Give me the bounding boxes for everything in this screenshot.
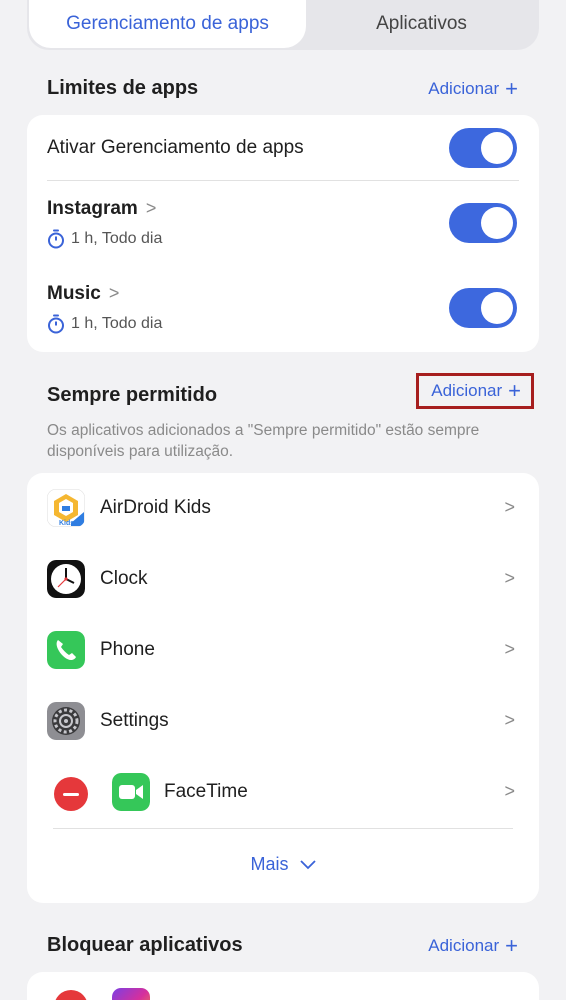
master-toggle-label: Ativar Gerenciamento de apps xyxy=(47,137,304,158)
app-name: FaceTime xyxy=(164,781,248,802)
remove-icon[interactable] xyxy=(54,777,88,811)
limits-add-label: Adicionar xyxy=(428,79,500,98)
chevron-right-icon: > xyxy=(504,639,515,659)
limit-item-instagram[interactable]: Instagram > xyxy=(47,198,156,220)
limits-add-button[interactable]: Adicionar + xyxy=(428,78,518,100)
toggle-knob xyxy=(481,207,513,239)
limit-item-name: Instagram xyxy=(47,198,138,219)
chevron-right-icon: > xyxy=(504,568,515,588)
chevron-right-icon: > xyxy=(145,198,157,218)
list-item-clock[interactable]: Clock > xyxy=(27,544,539,615)
app-name: Settings xyxy=(100,710,169,731)
tab-app-management[interactable]: Gerenciamento de apps xyxy=(29,0,306,48)
chevron-right-icon: > xyxy=(504,781,515,801)
always-allowed-add-button[interactable]: Adicionar + xyxy=(416,373,534,409)
limit-detail-text: 1 h, Todo dia xyxy=(71,315,163,332)
list-item-phone[interactable]: Phone > xyxy=(27,615,539,686)
settings-icon xyxy=(47,702,85,740)
limit-item-detail: 1 h, Todo dia xyxy=(47,229,162,249)
limit-detail-text: 1 h, Todo dia xyxy=(71,230,163,247)
chevron-right-icon: > xyxy=(108,283,120,303)
list-item-facetime[interactable]: FaceTime > xyxy=(27,757,539,828)
more-button[interactable]: Mais xyxy=(27,854,539,875)
limits-card: Ativar Gerenciamento de apps Instagram > … xyxy=(27,115,539,352)
block-section-title: Bloquear aplicativos xyxy=(47,934,243,956)
toggle-knob xyxy=(481,292,513,324)
limits-section-title: Limites de apps xyxy=(47,77,199,99)
always-allowed-card: Kids AirDroid Kids > Clock > Phone > Set… xyxy=(27,473,539,903)
plus-icon: + xyxy=(505,76,518,101)
toggle-knob xyxy=(481,132,513,164)
app-name: Phone xyxy=(100,639,155,660)
chevron-right-icon: > xyxy=(504,710,515,730)
music-toggle[interactable] xyxy=(449,288,517,328)
timer-icon xyxy=(48,314,64,334)
block-card xyxy=(27,972,539,1000)
segmented-tabs: Gerenciamento de apps Aplicativos xyxy=(27,0,539,50)
always-allowed-add-label: Adicionar xyxy=(431,381,503,400)
app-name: AirDroid Kids xyxy=(100,497,211,518)
clock-icon xyxy=(47,560,85,598)
list-item-airdroid-kids[interactable]: Kids AirDroid Kids > xyxy=(27,473,539,544)
limit-item-music[interactable]: Music > xyxy=(47,283,119,305)
list-item-settings[interactable]: Settings > xyxy=(27,686,539,757)
block-add-button[interactable]: Adicionar + xyxy=(428,935,518,957)
block-add-label: Adicionar xyxy=(428,936,500,955)
chevron-down-icon xyxy=(299,860,316,870)
instagram-toggle[interactable] xyxy=(449,203,517,243)
more-label: Mais xyxy=(250,854,289,874)
app-name: Clock xyxy=(100,568,148,589)
tab-applications[interactable]: Aplicativos xyxy=(306,0,537,48)
remove-icon[interactable] xyxy=(54,990,88,1000)
phone-icon xyxy=(47,631,85,669)
timer-icon xyxy=(48,229,64,249)
plus-icon: + xyxy=(508,378,521,403)
master-toggle[interactable] xyxy=(449,128,517,168)
divider xyxy=(47,180,519,181)
chevron-right-icon: > xyxy=(504,497,515,517)
limit-item-name: Music xyxy=(47,283,101,304)
plus-icon: + xyxy=(505,933,518,958)
always-allowed-title: Sempre permitido xyxy=(47,384,218,406)
limit-item-detail: 1 h, Todo dia xyxy=(47,314,162,334)
always-allowed-description: Os aplicativos adicionados a "Sempre per… xyxy=(47,422,480,460)
facetime-icon xyxy=(112,773,150,811)
instagram-icon xyxy=(112,988,150,1000)
airdroid-badge: Kids xyxy=(59,520,75,527)
divider xyxy=(53,828,513,829)
